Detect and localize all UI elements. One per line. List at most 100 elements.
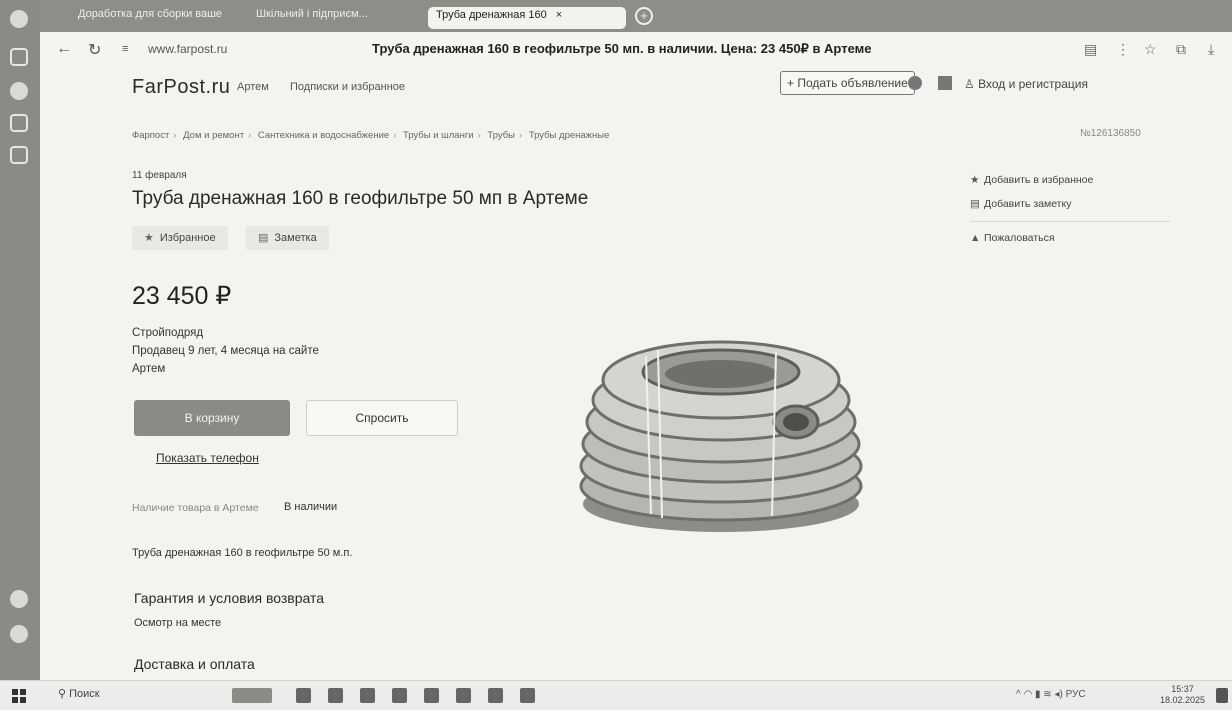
- tab-label: Шкільний і підприєм...: [256, 8, 368, 20]
- start-icon[interactable]: [12, 689, 26, 703]
- ad-title: Труба дренажная 160 в геофильтре 50 мп в…: [132, 188, 589, 209]
- volume-icon[interactable]: ◂): [1054, 689, 1065, 700]
- taskbar: ⚲ Поиск ^ ◠ ▮ ≋ ◂) РУС 15:37 18.02.2025: [0, 680, 1232, 710]
- seller-city: Артем: [132, 363, 166, 375]
- warning-icon: ▲: [970, 232, 981, 244]
- login-link[interactable]: ♙ Вход и регистрация: [964, 77, 1088, 91]
- new-tab-button[interactable]: +: [635, 7, 653, 25]
- add-to-cart-button[interactable]: В корзину: [134, 400, 290, 436]
- breadcrumb-separator: ›: [393, 130, 397, 141]
- system-tray: ^ ◠ ▮ ≋ ◂) РУС: [1016, 689, 1086, 700]
- subscriptions-link[interactable]: Подписки и избранное: [290, 81, 405, 93]
- ad-number: №126136850: [1080, 128, 1141, 139]
- tab-label: Труба дренажная 160: [436, 9, 547, 21]
- add-note-label: Добавить заметку: [984, 198, 1072, 210]
- breadcrumb-item[interactable]: Трубы и шланги: [403, 130, 474, 141]
- language-indicator[interactable]: РУС: [1066, 689, 1086, 700]
- task-view-icon[interactable]: [296, 688, 311, 703]
- browser-side-rail: [0, 0, 40, 680]
- downloads-icon[interactable]: [10, 82, 28, 100]
- ask-button[interactable]: Спросить: [306, 400, 458, 436]
- breadcrumb-item[interactable]: Дом и ремонт: [183, 130, 244, 141]
- assistant-icon[interactable]: [10, 590, 28, 608]
- dropbox-icon[interactable]: [328, 688, 343, 703]
- star-icon: ★: [970, 174, 980, 186]
- breadcrumb-item[interactable]: Сантехника и водоснабжение: [258, 130, 389, 141]
- tab-1[interactable]: Доработка для сборки ваше: [78, 8, 248, 28]
- taskbar-search[interactable]: ⚲ Поиск: [58, 687, 100, 700]
- breadcrumb-separator: ›: [519, 130, 523, 141]
- back-icon[interactable]: ←: [56, 40, 72, 58]
- add-favorite-link[interactable]: ★ Добавить в избранное: [970, 174, 1093, 186]
- calendar-icon[interactable]: [10, 114, 28, 132]
- download-icon[interactable]: ⤓: [1208, 41, 1214, 58]
- network-icon[interactable]: ◠: [1023, 689, 1035, 700]
- tab-close-icon[interactable]: ×: [556, 9, 562, 21]
- breadcrumb: Фарпост › Дом и ремонт › Сантехника и водо…: [132, 130, 609, 141]
- photos-icon[interactable]: [520, 688, 535, 703]
- note-icon: ▤: [970, 198, 980, 210]
- note-chip[interactable]: ▤ Заметка: [246, 226, 329, 250]
- url-field[interactable]: www.farpost.ru: [148, 42, 227, 56]
- weather-icon[interactable]: [10, 625, 28, 643]
- tray-chevron-icon[interactable]: ^: [1016, 689, 1021, 700]
- menu-dots-icon[interactable]: ⋮: [1116, 41, 1130, 58]
- notifications-icon[interactable]: [1216, 688, 1228, 703]
- seller-since: Продавец 9 лет, 4 месяца на сайте: [132, 345, 319, 357]
- file-explorer-icon[interactable]: [360, 688, 375, 703]
- address-bar: ← ↻ ≡ www.farpost.ru Труба дренажная 160…: [40, 32, 1232, 67]
- history-icon[interactable]: [10, 10, 28, 28]
- breadcrumb-item[interactable]: Трубы дренажные: [529, 130, 610, 141]
- note-icon: ▤: [258, 232, 269, 244]
- favorite-chip[interactable]: ★ Избранное: [132, 226, 228, 250]
- bookmark-icon[interactable]: ☆: [1144, 41, 1157, 58]
- post-ad-button[interactable]: + Подать объявление: [780, 71, 915, 95]
- messages-icon[interactable]: [938, 76, 952, 90]
- description: Труба дренажная 160 в геофильтре 50 м.п.: [132, 547, 353, 559]
- chrome-icon[interactable]: [456, 688, 471, 703]
- help-icon[interactable]: [908, 76, 922, 90]
- reader-icon[interactable]: ▤: [1084, 41, 1097, 58]
- wifi-icon[interactable]: ≋: [1043, 689, 1054, 700]
- yandex-browser-icon[interactable]: [424, 688, 439, 703]
- store-icon[interactable]: [392, 688, 407, 703]
- breadcrumb-separator: ›: [248, 130, 252, 141]
- clock[interactable]: 15:37 18.02.2025: [1160, 684, 1205, 706]
- app-icon[interactable]: [488, 688, 503, 703]
- complain-label: Пожаловаться: [984, 232, 1055, 244]
- warranty-title: Гарантия и условия возврата: [134, 590, 325, 606]
- tab-label: Доработка для сборки ваше: [78, 8, 223, 20]
- collections-icon[interactable]: [10, 48, 28, 66]
- extensions-icon[interactable]: ⧉: [1176, 41, 1186, 58]
- show-phone-link[interactable]: Показать телефон: [156, 451, 259, 465]
- complain-link[interactable]: ▲ Пожаловаться: [970, 232, 1055, 244]
- page-title: Труба дренажная 160 в геофильтре 50 мп. …: [372, 41, 872, 56]
- add-favorite-label: Добавить в избранное: [984, 174, 1094, 186]
- page-content: FarPost.ru Артем Подписки и избранное + …: [40, 66, 1232, 680]
- tab-bar: Доработка для сборки ваше Шкільний і під…: [40, 0, 1232, 32]
- site-header: FarPost.ru Артем Подписки и избранное + …: [40, 66, 1232, 106]
- user-icon: ♙: [964, 77, 979, 91]
- tab-active[interactable]: Труба дренажная 160 ×: [428, 7, 626, 29]
- seller-name[interactable]: Стройподряд: [132, 324, 319, 342]
- city-link[interactable]: Артем: [237, 81, 269, 93]
- site-logo[interactable]: FarPost.ru: [132, 76, 230, 99]
- search-label: Поиск: [69, 688, 100, 700]
- widget-icon[interactable]: [232, 688, 272, 703]
- site-security-icon[interactable]: ≡: [122, 43, 128, 55]
- breadcrumb-item[interactable]: Фарпост: [132, 130, 169, 141]
- warranty-text: Осмотр на месте: [134, 617, 222, 629]
- reload-icon[interactable]: ↻: [88, 40, 101, 60]
- availability-label: Наличие товара в Артеме: [132, 502, 259, 514]
- clock-date: 18.02.2025: [1160, 695, 1206, 705]
- favorite-chip-label: Избранное: [159, 232, 216, 244]
- login-label: Вход и регистрация: [978, 77, 1088, 91]
- product-image[interactable]: [576, 326, 866, 536]
- tab-2[interactable]: Шкільний і підприєм...: [256, 8, 406, 28]
- add-note-link[interactable]: ▤ Добавить заметку: [970, 198, 1071, 210]
- star-icon: ★: [144, 232, 154, 244]
- tabs-icon[interactable]: [10, 146, 28, 164]
- search-icon: ⚲: [58, 688, 70, 700]
- breadcrumb-item[interactable]: Трубы: [487, 130, 515, 141]
- clock-time: 15:37: [1171, 684, 1194, 694]
